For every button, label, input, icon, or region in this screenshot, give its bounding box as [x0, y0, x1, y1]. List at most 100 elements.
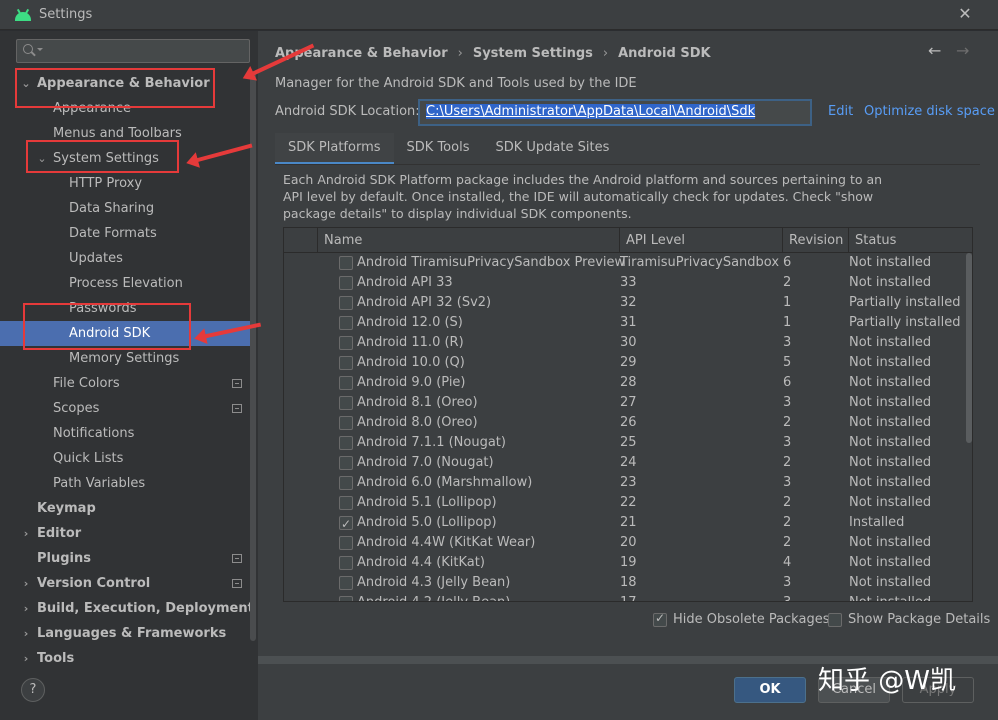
breadcrumb-separator: ›: [457, 45, 463, 61]
chevron-right-icon[interactable]: ›: [21, 521, 31, 546]
table-row[interactable]: Android 5.1 (Lollipop) 22 2 Not installed: [284, 493, 964, 513]
table-row[interactable]: Android 4.4W (KitKat Wear) 20 2 Not install…: [284, 533, 964, 553]
row-checkbox[interactable]: [339, 276, 353, 290]
tab-sdk-tools[interactable]: SDK Tools: [394, 133, 483, 165]
table-row[interactable]: Android 7.1.1 (Nougat) 25 3 Not installed: [284, 433, 964, 453]
cell-rev: 1: [783, 315, 792, 330]
table-row[interactable]: Android API 32 (Sv2) 32 1 Partially install…: [284, 293, 964, 313]
cell-api: 18: [620, 575, 637, 590]
optimize-disk-space-link[interactable]: Optimize disk space: [864, 104, 995, 119]
row-checkbox[interactable]: [339, 576, 353, 590]
cell-status: Not installed: [849, 593, 931, 601]
sidebar-item[interactable]: Plugins: [0, 546, 250, 571]
sidebar-item[interactable]: › Languages & Frameworks: [0, 621, 250, 646]
table-row[interactable]: Android 4.2 (Jelly Bean) 17 3 Not installed: [284, 593, 964, 601]
help-button[interactable]: ?: [21, 678, 45, 702]
show-package-details-checkbox[interactable]: Show Package Details: [828, 612, 990, 627]
sidebar-item[interactable]: › Editor: [0, 521, 250, 546]
row-checkbox[interactable]: [339, 496, 353, 510]
table-row[interactable]: Android 11.0 (R) 30 3 Not installed: [284, 333, 964, 353]
sdk-tabs: SDK Platforms SDK Tools SDK Update Sites: [275, 133, 622, 165]
tab-sdk-update-sites[interactable]: SDK Update Sites: [482, 133, 622, 165]
sidebar-item-label: Editor: [37, 526, 82, 541]
table-row[interactable]: Android TiramisuPrivacySandbox Preview Ti…: [284, 253, 964, 273]
table-row[interactable]: Android 8.1 (Oreo) 27 3 Not installed: [284, 393, 964, 413]
cell-api: TiramisuPrivacySandbox: [620, 255, 780, 270]
column-header-status[interactable]: Status: [848, 228, 968, 253]
chevron-right-icon[interactable]: ›: [21, 621, 31, 646]
row-checkbox[interactable]: [339, 556, 353, 570]
tab-sdk-platforms[interactable]: SDK Platforms: [275, 133, 394, 165]
sidebar-item-label: Scopes: [53, 401, 100, 416]
sidebar-item[interactable]: Notifications: [0, 421, 250, 446]
forward-arrow-icon[interactable]: →: [956, 41, 974, 61]
cell-status: Not installed: [849, 555, 932, 570]
chevron-right-icon[interactable]: ›: [21, 571, 31, 596]
table-row[interactable]: Android 7.0 (Nougat) 24 2 Not installed: [284, 453, 964, 473]
column-header-api-level[interactable]: API Level: [619, 228, 782, 253]
row-checkbox[interactable]: [339, 456, 353, 470]
table-row[interactable]: Android 12.0 (S) 31 1 Partially installed: [284, 313, 964, 333]
sidebar-item[interactable]: File Colors: [0, 371, 250, 396]
row-checkbox[interactable]: [339, 376, 353, 390]
sidebar-item[interactable]: › Build, Execution, Deployment: [0, 596, 254, 621]
ok-button[interactable]: OK: [734, 677, 806, 703]
sidebar-item[interactable]: Path Variables: [0, 471, 250, 496]
cell-rev: 2: [783, 495, 792, 510]
row-checkbox[interactable]: [339, 296, 353, 310]
row-checkbox[interactable]: [339, 356, 353, 370]
sidebar-item-label: Version Control: [37, 576, 151, 591]
sidebar-scrollbar[interactable]: [250, 71, 256, 641]
cell-api: 20: [620, 535, 637, 550]
sidebar-item[interactable]: Quick Lists: [0, 446, 250, 471]
project-level-icon: [232, 554, 242, 563]
annotation-box: [23, 303, 191, 350]
row-checkbox[interactable]: [339, 336, 353, 350]
row-checkbox[interactable]: [339, 316, 353, 330]
table-row[interactable]: Android 8.0 (Oreo) 26 2 Not installed: [284, 413, 964, 433]
row-checkbox[interactable]: [339, 596, 353, 601]
chevron-right-icon[interactable]: ›: [21, 596, 31, 621]
column-header-name[interactable]: Name: [317, 228, 619, 253]
row-checkbox[interactable]: [339, 416, 353, 430]
sidebar-item[interactable]: Keymap: [0, 496, 250, 521]
table-row[interactable]: Android 9.0 (Pie) 28 6 Not installed: [284, 373, 964, 393]
table-row[interactable]: Android 6.0 (Marshmallow) 23 3 Not installe…: [284, 473, 964, 493]
table-row[interactable]: Android API 33 33 2 Not installed: [284, 273, 964, 293]
settings-sidebar: ⌄ Appearance & Behavior Appearance Menus an…: [0, 31, 258, 720]
row-checkbox[interactable]: [339, 396, 353, 410]
cell-api: 17: [620, 593, 637, 601]
table-row[interactable]: Android 5.0 (Lollipop) 21 2 Installed: [284, 513, 964, 534]
edit-link[interactable]: Edit: [828, 104, 853, 119]
row-checkbox[interactable]: [339, 476, 353, 490]
cell-rev: 3: [783, 575, 792, 590]
sidebar-item[interactable]: Data Sharing: [0, 196, 250, 221]
sidebar-item-label: Notifications: [53, 426, 135, 441]
sidebar-item[interactable]: HTTP Proxy: [0, 171, 250, 196]
android-studio-icon: [15, 8, 31, 21]
search-input[interactable]: [16, 39, 250, 63]
row-checkbox[interactable]: [339, 536, 353, 550]
hide-obsolete-packages-checkbox[interactable]: Hide Obsolete Packages: [653, 611, 829, 627]
chevron-right-icon[interactable]: ›: [21, 646, 31, 671]
sidebar-item[interactable]: › Tools: [0, 646, 250, 671]
sidebar-item[interactable]: Date Formats: [0, 221, 250, 246]
table-scrollbar[interactable]: [966, 253, 972, 443]
sidebar-item[interactable]: › Version Control: [0, 571, 250, 596]
table-row[interactable]: Android 10.0 (Q) 29 5 Not installed: [284, 353, 964, 373]
cell-rev: 6: [783, 255, 792, 270]
cell-rev: 2: [783, 535, 792, 550]
row-checkbox[interactable]: [339, 256, 353, 270]
column-header-revision[interactable]: Revision: [782, 228, 848, 253]
table-row[interactable]: Android 4.3 (Jelly Bean) 18 3 Not installed: [284, 573, 964, 593]
back-arrow-icon[interactable]: ←: [928, 41, 946, 61]
cell-api: 22: [620, 495, 637, 510]
sdk-location-field[interactable]: C:\Users\Administrator\AppData\Local\And…: [418, 99, 812, 126]
row-checkbox[interactable]: [339, 436, 353, 450]
sidebar-item[interactable]: Updates: [0, 246, 250, 271]
row-checkbox[interactable]: [339, 514, 353, 534]
sidebar-item[interactable]: Process Elevation: [0, 271, 250, 296]
sidebar-item[interactable]: Scopes: [0, 396, 250, 421]
table-row[interactable]: Android 4.4 (KitKat) 19 4 Not installed: [284, 553, 964, 573]
close-icon[interactable]: ✕: [956, 5, 974, 23]
